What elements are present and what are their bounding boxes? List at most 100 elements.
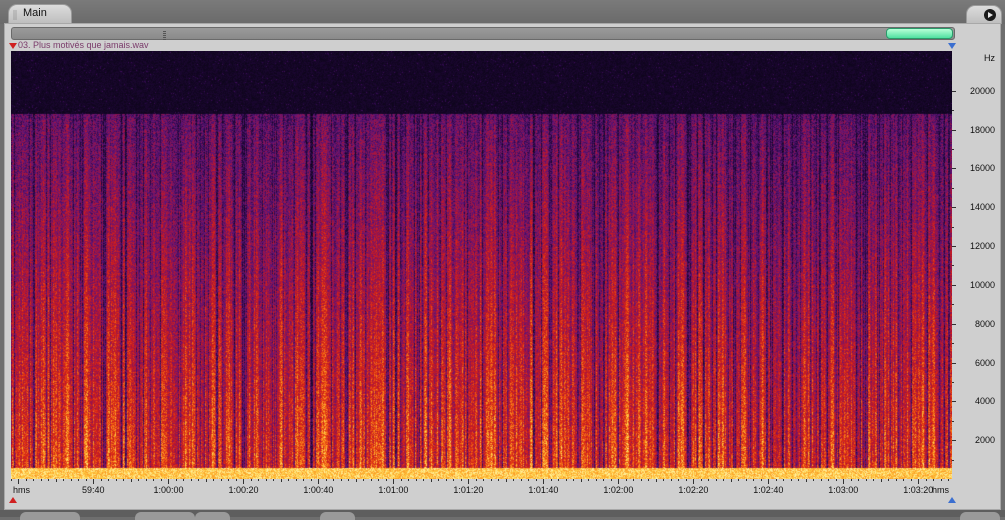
frequency-minor-tick — [952, 226, 954, 228]
in-point-marker[interactable] — [9, 43, 17, 49]
panel-menu-button[interactable] — [966, 5, 1002, 24]
time-minor-tick — [303, 479, 305, 481]
bottom-tab[interactable] — [320, 512, 355, 520]
time-minor-tick — [625, 479, 627, 481]
time-minor-tick — [138, 479, 140, 481]
frequency-tick-label: 4000 — [974, 396, 995, 407]
time-minor-tick — [190, 479, 192, 481]
time-major-tick — [918, 479, 920, 484]
time-minor-tick — [925, 479, 927, 481]
frequency-minor-tick — [952, 304, 954, 306]
time-minor-tick — [333, 479, 335, 481]
time-minor-tick — [663, 479, 665, 481]
frequency-minor-tick — [952, 265, 954, 267]
time-minor-tick — [895, 479, 897, 481]
time-minor-tick — [648, 479, 650, 481]
time-minor-tick — [153, 479, 155, 481]
time-minor-tick — [678, 479, 680, 481]
time-minor-tick — [603, 479, 605, 481]
time-minor-tick — [250, 479, 252, 481]
time-minor-tick — [730, 479, 732, 482]
time-minor-tick — [580, 479, 582, 482]
time-minor-tick — [640, 479, 642, 481]
time-minor-tick — [490, 479, 492, 481]
frequency-minor-tick — [952, 420, 954, 422]
play-triangle-circle-icon[interactable] — [984, 9, 996, 21]
time-minor-tick — [948, 479, 950, 481]
tab-main[interactable]: Main — [8, 4, 72, 24]
time-minor-tick — [228, 479, 230, 481]
time-tick-label: 1:02:20 — [678, 485, 709, 495]
time-minor-tick — [115, 479, 117, 481]
out-point-marker-bottom[interactable] — [948, 497, 956, 503]
time-major-tick — [468, 479, 470, 484]
file-name-label: 03. Plus motivés que jamais.wav — [18, 40, 149, 50]
time-minor-tick — [475, 479, 477, 481]
time-minor-tick — [130, 479, 132, 482]
time-minor-tick — [340, 479, 342, 481]
bottom-tab[interactable] — [195, 512, 230, 520]
time-minor-tick — [550, 479, 552, 481]
frequency-minor-tick — [952, 187, 954, 189]
time-minor-tick — [11, 479, 12, 481]
frequency-tick — [952, 362, 956, 364]
time-minor-tick — [355, 479, 357, 482]
time-unit-label-right: hms — [932, 485, 950, 495]
zoom-navigator[interactable] — [11, 27, 955, 40]
time-minor-tick — [100, 479, 102, 481]
time-minor-tick — [753, 479, 755, 481]
bottom-tab[interactable] — [960, 512, 1000, 520]
time-minor-tick — [145, 479, 147, 481]
time-minor-tick — [715, 479, 717, 481]
time-minor-tick — [205, 479, 207, 482]
time-minor-tick — [940, 479, 942, 481]
time-major-tick — [168, 479, 170, 484]
time-minor-tick — [873, 479, 875, 481]
frequency-ruler[interactable]: Hz 20000 18000 16000 14000 12000 10000 8000 600… — [952, 51, 999, 479]
time-minor-tick — [40, 479, 42, 481]
time-minor-tick — [745, 479, 747, 481]
time-minor-tick — [295, 479, 297, 481]
time-minor-tick — [498, 479, 500, 481]
time-major-tick — [393, 479, 395, 484]
out-point-marker[interactable] — [948, 43, 956, 49]
time-minor-tick — [430, 479, 432, 482]
time-minor-tick — [738, 479, 740, 481]
time-minor-tick — [175, 479, 177, 481]
time-minor-tick — [160, 479, 162, 481]
zoom-navigator-thumb[interactable] — [886, 28, 953, 39]
time-minor-tick — [783, 479, 785, 481]
frequency-tick-label: 6000 — [974, 357, 995, 368]
frequency-tick-label: 12000 — [969, 241, 995, 252]
time-minor-tick — [378, 479, 380, 481]
editor-frame: Main 03. Plus motivés que jamais.wav Hz … — [0, 0, 1005, 520]
time-tick-label: 1:00:20 — [228, 485, 259, 495]
time-minor-tick — [460, 479, 462, 481]
time-tick-label: 1:03:00 — [828, 485, 859, 495]
time-minor-tick — [880, 479, 882, 482]
time-ruler[interactable]: 59:40 1:00:00 1:00:20 1:00:40 1:01:00 1:01:20… — [11, 479, 952, 497]
time-minor-tick — [588, 479, 590, 481]
time-minor-tick — [55, 479, 57, 482]
time-minor-tick — [483, 479, 485, 481]
time-minor-tick — [933, 479, 935, 481]
bottom-tab[interactable] — [20, 512, 80, 520]
bottom-tab[interactable] — [135, 512, 195, 520]
time-tick-label: 1:01:20 — [453, 485, 484, 495]
in-point-marker-bottom[interactable] — [9, 497, 17, 503]
frequency-minor-tick — [952, 110, 954, 112]
frequency-tick — [952, 207, 956, 209]
time-major-tick — [318, 479, 320, 484]
time-tick-label: 1:01:00 — [378, 485, 409, 495]
frequency-tick-label: 8000 — [974, 318, 995, 329]
time-minor-tick — [438, 479, 440, 481]
frequency-tick — [952, 129, 956, 131]
time-minor-tick — [85, 479, 87, 481]
grip-dots-icon[interactable] — [13, 10, 17, 20]
time-tick-label: 1:00:00 — [153, 485, 184, 495]
time-minor-tick — [258, 479, 260, 481]
time-tick-label: 1:03:20 — [903, 485, 934, 495]
grip-lines-icon[interactable] — [163, 31, 166, 40]
frequency-tick — [952, 440, 956, 442]
spectrogram-display[interactable] — [11, 51, 952, 479]
